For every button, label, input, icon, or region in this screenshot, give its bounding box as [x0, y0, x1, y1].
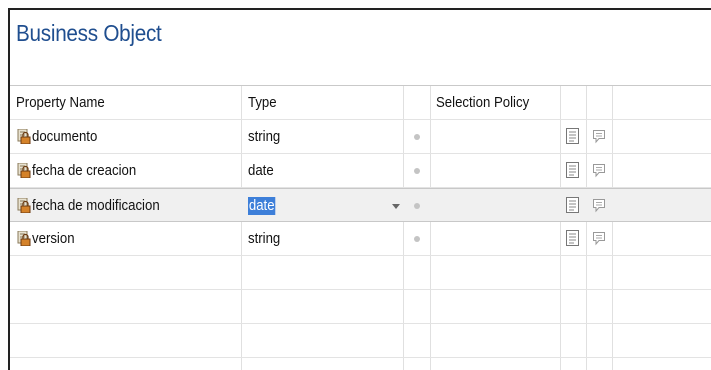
status-dot-icon — [414, 134, 420, 140]
comment-icon[interactable] — [592, 163, 606, 178]
status-dot-icon — [414, 203, 420, 209]
chevron-down-icon[interactable] — [392, 204, 400, 209]
document-icon[interactable] — [566, 128, 579, 144]
property-name[interactable]: documento — [32, 120, 106, 154]
header-selection-policy[interactable]: Selection Policy — [436, 86, 542, 120]
table-row[interactable]: version string — [10, 222, 711, 256]
table-row-selected[interactable]: fecha de modificacion date — [10, 188, 711, 222]
property-name[interactable]: version — [32, 222, 80, 256]
table-header: Property Name Type Selection Policy — [10, 86, 711, 120]
panel-title: Business Object — [16, 20, 162, 46]
status-dot-icon — [414, 168, 420, 174]
header-type[interactable]: Type — [248, 86, 281, 120]
empty-row[interactable] — [10, 324, 711, 358]
property-lock-icon — [17, 129, 31, 144]
comment-icon[interactable] — [592, 129, 606, 144]
empty-row[interactable] — [10, 290, 711, 324]
empty-row[interactable] — [10, 256, 711, 290]
document-icon[interactable] — [566, 162, 579, 178]
business-object-panel: Business Object Property Name Type Selec… — [8, 8, 711, 370]
comment-icon[interactable] — [592, 198, 606, 213]
document-icon[interactable] — [566, 197, 579, 213]
table-row[interactable]: fecha de creacion date — [10, 154, 711, 188]
property-table: Property Name Type Selection Policy docu… — [10, 85, 711, 370]
property-type[interactable]: string — [248, 120, 285, 154]
type-edit-value[interactable]: date — [248, 197, 276, 215]
property-name[interactable]: fecha de creacion — [32, 154, 150, 188]
property-type[interactable]: date — [248, 154, 277, 188]
type-dropdown[interactable]: date — [248, 189, 279, 223]
property-type[interactable]: string — [248, 222, 285, 256]
header-property-name[interactable]: Property Name — [16, 86, 117, 120]
property-lock-icon — [17, 163, 31, 178]
table-row[interactable]: documento string — [10, 120, 711, 154]
property-lock-icon — [17, 231, 31, 246]
comment-icon[interactable] — [592, 231, 606, 246]
document-icon[interactable] — [566, 230, 579, 246]
status-dot-icon — [414, 236, 420, 242]
property-name[interactable]: fecha de modificacion — [32, 189, 177, 223]
property-lock-icon — [17, 198, 31, 213]
